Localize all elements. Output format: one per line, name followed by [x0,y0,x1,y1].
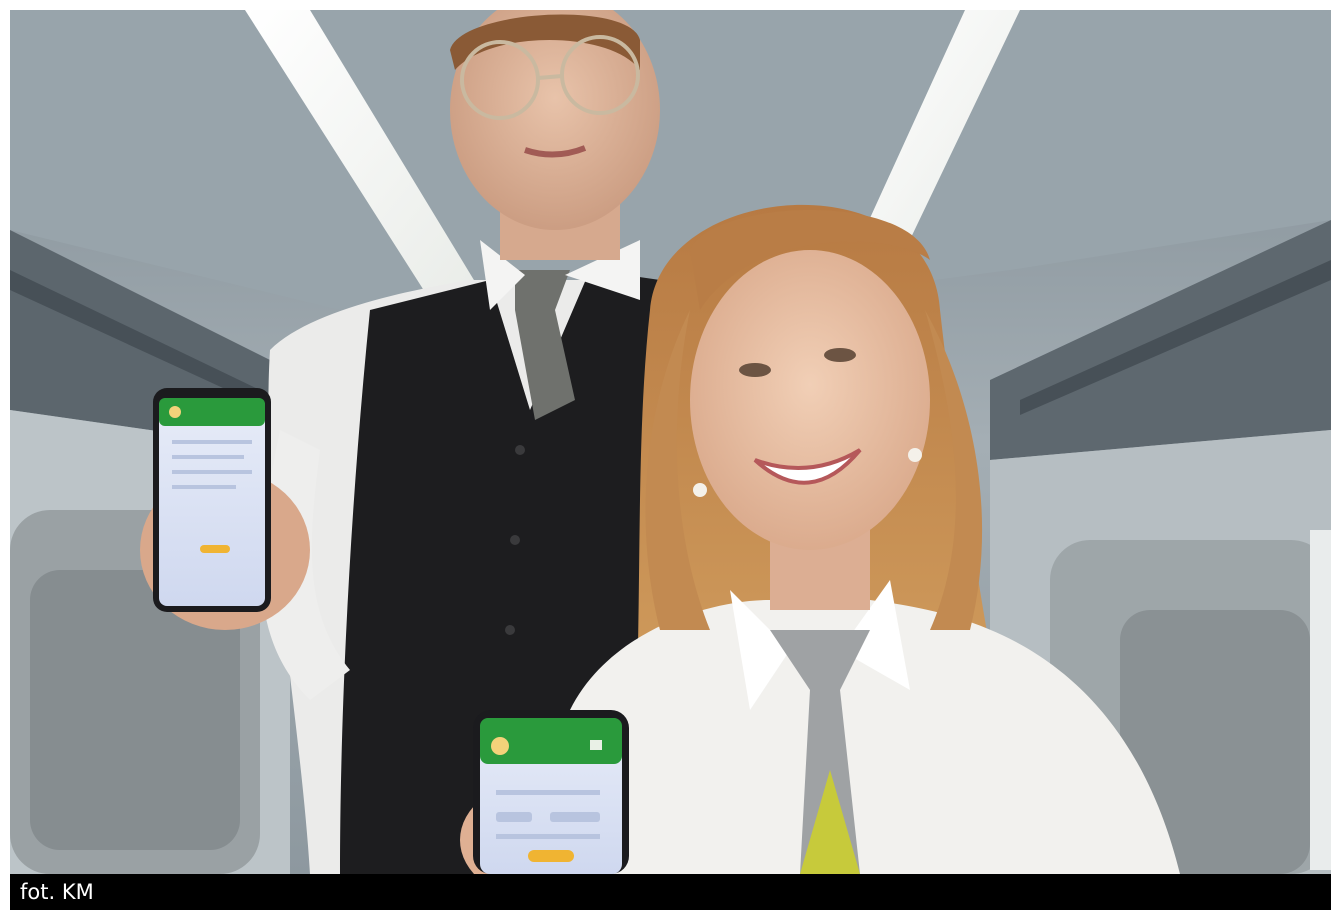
photo-frame: fot. KM [0,0,1333,910]
company-logo-icon [491,737,509,755]
phone-right [473,710,629,874]
phone-left [153,388,271,612]
photo-credit: fot. KM [20,880,94,904]
menu-icon [590,740,602,750]
company-logo-icon [169,406,181,418]
train-interior-photo [10,10,1331,874]
caption-bar: fot. KM [10,874,1331,910]
photo-illustration [10,10,1331,874]
